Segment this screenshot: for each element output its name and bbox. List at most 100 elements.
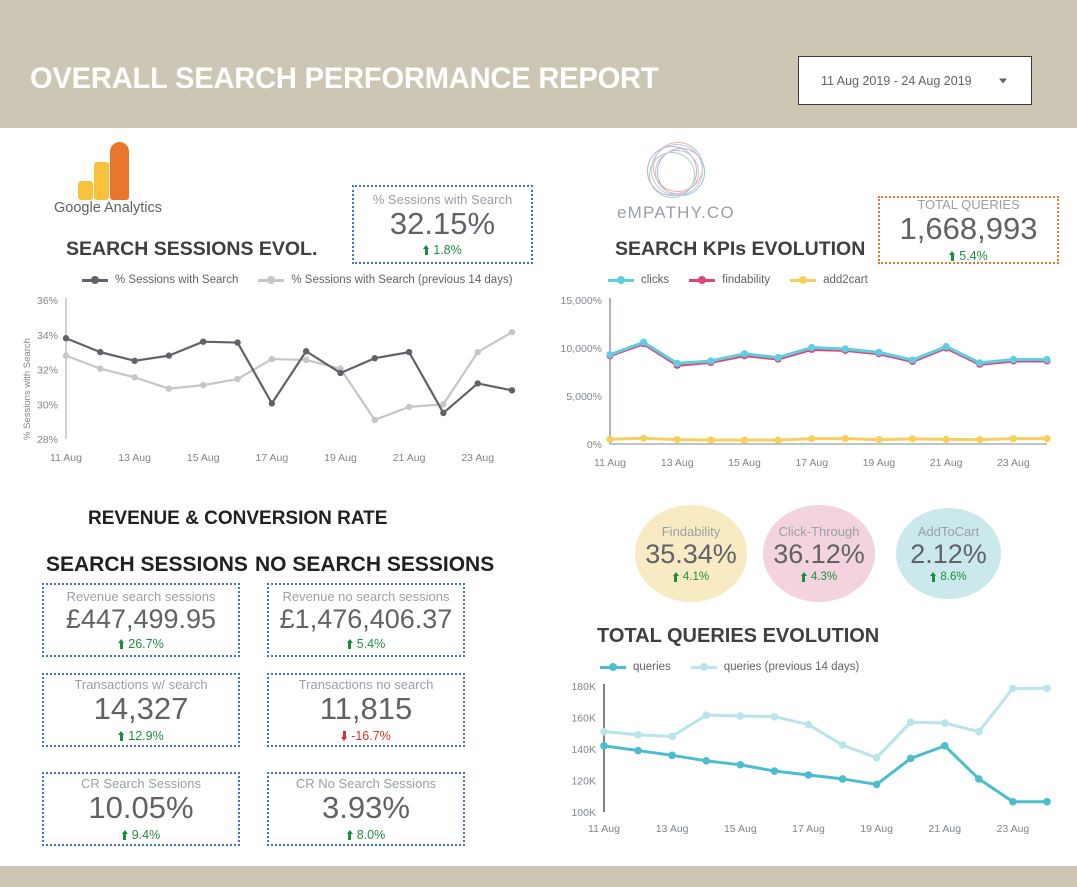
kpi-value: 35.34%	[645, 538, 737, 569]
scorecard-total-queries[interactable]: TOTAL QUERIES 1,668,993 5.4%	[878, 196, 1059, 264]
legend-swatch-icon	[689, 276, 716, 284]
kpi-circle-click-through[interactable]: Click-Through 36.12% 4.3%	[763, 505, 875, 602]
kpi-circle-findability[interactable]: Findability 35.34% 4.1%	[635, 505, 747, 602]
ga-logo-bar-large	[110, 142, 129, 200]
ga-logo-bar-medium	[94, 162, 109, 200]
total-queries-chart: 100K 120K 140K 160K 180K 11 Aug 13 Aug 15 Aug 17…	[562, 678, 1057, 838]
legend-label: queries	[633, 661, 671, 673]
legend-label: add2cart	[823, 274, 868, 286]
legend-swatch-icon	[82, 276, 108, 284]
scorecard-delta: 12.9%	[118, 729, 164, 743]
svg-text:10,000%: 10,000%	[561, 343, 602, 355]
scorecard-delta-value: 5.4%	[959, 248, 988, 263]
scorecard-delta: 5.4%	[346, 637, 385, 651]
scorecard-label: Transactions w/ search	[74, 677, 208, 693]
legend-label: queries (previous 14 days)	[723, 661, 860, 673]
svg-text:19 Aug: 19 Aug	[860, 823, 893, 835]
scorecard-value: 32.15%	[389, 205, 496, 241]
svg-text:0%: 0%	[587, 439, 602, 451]
scorecard-revenue-search-sessions[interactable]: Revenue search sessions £447,499.95 26.7…	[42, 583, 240, 657]
legend-label: % Sessions with Search (previous 14 days…	[291, 274, 513, 286]
empathy-co-logo	[645, 140, 707, 202]
queries-section-title: TOTAL QUERIES EVOLUTION	[597, 625, 880, 647]
svg-text:19 Aug: 19 Aug	[863, 457, 896, 469]
legend-label: findability	[722, 274, 771, 286]
scorecard-value: £447,499.95	[65, 604, 217, 635]
kpi-circle-add-to-cart[interactable]: AddToCart 2.12% 8.6%	[896, 508, 1001, 599]
scorecard-delta-value: 8.0%	[356, 827, 386, 842]
svg-text:15,000%: 15,000%	[561, 295, 602, 307]
svg-text:32%: 32%	[37, 365, 58, 377]
scorecard-transactions-no-search[interactable]: Transactions no search 11,815 -16.7%	[267, 673, 465, 747]
scorecard-label: Transactions no search	[298, 677, 434, 693]
page-header: OVERALL SEARCH PERFORMANCE REPORT 11 Aug…	[0, 0, 1077, 128]
legend-item-sessions-current[interactable]: % Sessions with Search	[82, 274, 238, 286]
page-footer	[0, 866, 1077, 887]
scorecard-label: TOTAL QUERIES	[917, 197, 1020, 213]
total-queries-legend: queries queries (previous 14 days)	[600, 661, 879, 673]
scorecard-revenue-no-search-sessions[interactable]: Revenue no search sessions £1,476,406.37…	[267, 583, 465, 657]
scorecard-label: % Sessions with Search	[372, 191, 513, 207]
legend-label: clicks	[641, 274, 670, 286]
column-header-no-search-sessions: NO SEARCH SESSIONS	[255, 553, 495, 576]
scorecard-delta: 8.0%	[346, 827, 386, 842]
svg-text:28%: 28%	[37, 434, 58, 446]
legend-item-queries-current[interactable]: queries	[600, 661, 671, 673]
scorecard-value: 3.93%	[322, 790, 410, 826]
kpi-delta-value: 4.1%	[682, 571, 710, 584]
svg-text:100K: 100K	[571, 807, 596, 819]
svg-text:13 Aug: 13 Aug	[118, 452, 151, 464]
arrow-up-icon	[346, 829, 354, 840]
kpi-delta-value: 4.3%	[810, 571, 838, 584]
svg-text:11 Aug: 11 Aug	[50, 452, 82, 464]
legend-item-queries-previous[interactable]: queries (previous 14 days)	[690, 661, 860, 673]
legend-swatch-icon	[690, 663, 717, 671]
date-range-value: 11 Aug 2019 - 24 Aug 2019	[821, 73, 972, 88]
search-sessions-chart: 28% 30% 32% 34% 36% 11 Aug 13 Aug 15 Aug 17 Aug 1…	[30, 292, 520, 467]
legend-item-sessions-previous[interactable]: % Sessions with Search (previous 14 days…	[258, 274, 513, 286]
svg-text:23 Aug: 23 Aug	[997, 823, 1030, 835]
scorecard-label: Revenue search sessions	[66, 589, 216, 605]
svg-text:19 Aug: 19 Aug	[324, 452, 357, 464]
legend-item-clicks[interactable]: clicks	[608, 274, 669, 286]
scorecard-cr-search-sessions[interactable]: CR Search Sessions 10.05% 9.4%	[42, 772, 240, 846]
google-analytics-logo	[78, 142, 130, 200]
chevron-down-icon	[999, 78, 1007, 83]
scorecard-transactions-with-search[interactable]: Transactions w/ search 14,327 12.9%	[42, 673, 240, 747]
legend-swatch-icon	[790, 276, 817, 284]
arrow-up-icon	[800, 572, 808, 583]
svg-text:17 Aug: 17 Aug	[795, 457, 828, 469]
kpi-label: Click-Through	[778, 523, 860, 539]
scorecard-label: CR No Search Sessions	[295, 776, 437, 792]
scorecard-sessions-with-search[interactable]: % Sessions with Search 32.15% 1.8%	[352, 185, 533, 264]
kpi-label: AddToCart	[917, 523, 980, 539]
empathy-logo-ring-6	[651, 144, 703, 196]
svg-text:17 Aug: 17 Aug	[255, 452, 288, 464]
svg-text:34%: 34%	[37, 330, 58, 342]
svg-text:11 Aug: 11 Aug	[588, 823, 620, 835]
ga-logo-bar-small	[78, 181, 93, 200]
google-analytics-wordmark: Google Analytics	[54, 200, 162, 216]
scorecard-delta: 1.8%	[423, 243, 462, 257]
date-range-picker[interactable]: 11 Aug 2019 - 24 Aug 2019	[798, 56, 1032, 105]
svg-text:17 Aug: 17 Aug	[792, 823, 825, 835]
scorecard-value: £1,476,406.37	[279, 604, 453, 635]
svg-text:21 Aug: 21 Aug	[930, 457, 963, 469]
kpi-delta: 8.6%	[930, 571, 967, 583]
svg-text:30%: 30%	[37, 399, 58, 411]
svg-text:15 Aug: 15 Aug	[728, 457, 761, 469]
arrow-up-icon	[423, 245, 430, 256]
legend-item-findability[interactable]: findability	[689, 274, 770, 286]
search-sessions-chart-title: SEARCH SESSIONS EVOL.	[66, 238, 318, 260]
arrow-up-icon	[346, 638, 354, 649]
page-title: OVERALL SEARCH PERFORMANCE REPORT	[30, 62, 659, 95]
legend-label: % Sessions with Search	[115, 274, 239, 286]
svg-text:21 Aug: 21 Aug	[393, 452, 426, 464]
scorecard-delta-value: 26.7%	[128, 636, 164, 651]
svg-text:15 Aug: 15 Aug	[724, 823, 757, 835]
search-kpis-chart: 0% 5,000% 10,000% 15,000% 11 Aug 13 Aug 15 Aug…	[561, 292, 1057, 472]
legend-item-add2cart[interactable]: add2cart	[790, 274, 868, 286]
kpi-label: Findability	[661, 523, 721, 539]
scorecard-label: CR Search Sessions	[81, 776, 201, 792]
scorecard-cr-no-search-sessions[interactable]: CR No Search Sessions 3.93% 8.0%	[267, 772, 465, 846]
